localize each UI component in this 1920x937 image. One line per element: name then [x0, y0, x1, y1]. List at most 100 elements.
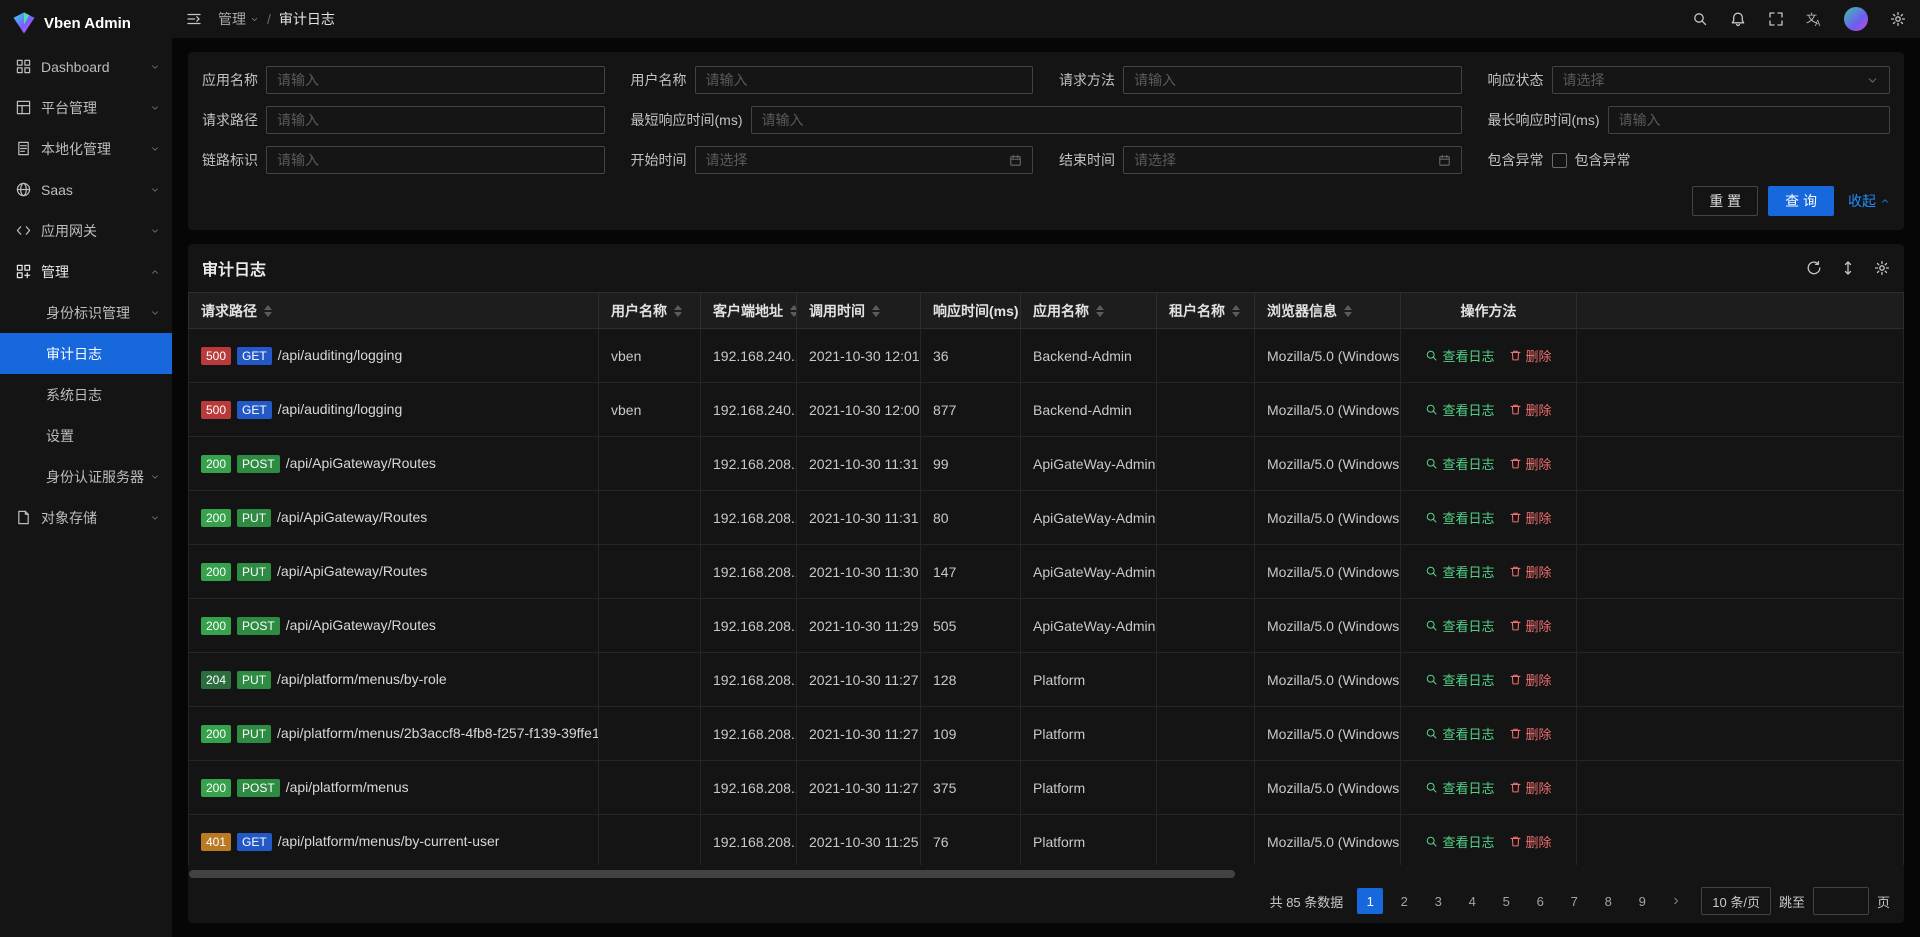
request-path-input[interactable]	[266, 106, 605, 134]
include-exception-checkbox[interactable]	[1552, 153, 1567, 168]
sort-icon[interactable]	[1096, 305, 1104, 317]
delete-button[interactable]: 删除	[1509, 400, 1552, 419]
page-button-6[interactable]: 6	[1527, 888, 1553, 914]
call-time-cell: 2021-10-30 11:31	[797, 437, 921, 491]
breadcrumb-parent-label: 管理	[218, 9, 246, 29]
page-button-1[interactable]: 1	[1357, 888, 1383, 914]
column-header-0[interactable]: 请求路径	[189, 293, 599, 329]
view-log-button[interactable]: 查看日志	[1425, 724, 1494, 743]
response-status-select[interactable]: 请选择	[1552, 66, 1891, 94]
sort-icon[interactable]	[790, 305, 797, 317]
delete-button[interactable]: 删除	[1509, 508, 1552, 527]
sidebar-item-platform[interactable]: 平台管理	[0, 87, 172, 128]
avatar[interactable]	[1844, 7, 1868, 31]
trace-id-input[interactable]	[266, 146, 605, 174]
view-log-button[interactable]: 查看日志	[1425, 562, 1494, 581]
sidebar-subitem-settings[interactable]: 设置	[0, 415, 172, 456]
jump-page-input[interactable]	[1813, 887, 1869, 915]
sidebar-item-dashboard[interactable]: Dashboard	[0, 46, 172, 87]
request-path: /api/ApiGateway/Routes	[277, 509, 427, 525]
column-header-7[interactable]: 浏览器信息	[1255, 293, 1401, 329]
sidebar-item-gateway[interactable]: 应用网关	[0, 210, 172, 251]
app-name-input[interactable]	[266, 66, 605, 94]
view-log-button[interactable]: 查看日志	[1425, 346, 1494, 365]
view-log-button[interactable]: 查看日志	[1425, 616, 1494, 635]
view-log-button[interactable]: 查看日志	[1425, 454, 1494, 473]
horizontal-scrollbar[interactable]	[189, 870, 1903, 878]
menu-fold-icon[interactable]	[186, 11, 202, 27]
end-time-picker[interactable]: 请选择	[1123, 146, 1462, 174]
delete-button[interactable]: 删除	[1509, 616, 1552, 635]
sort-icon[interactable]	[264, 305, 272, 317]
page-button-4[interactable]: 4	[1459, 888, 1485, 914]
request-path: /api/auditing/logging	[278, 401, 403, 417]
column-settings-icon[interactable]	[1874, 260, 1890, 276]
view-log-button[interactable]: 查看日志	[1425, 400, 1494, 419]
app-logo[interactable]: Vben Admin	[0, 0, 172, 46]
response-time-cell: 877	[921, 383, 1021, 437]
user-name-input[interactable]	[695, 66, 1034, 94]
page-button-3[interactable]: 3	[1425, 888, 1451, 914]
sidebar-subitem-audit-log[interactable]: 审计日志	[0, 333, 172, 374]
view-log-button[interactable]: 查看日志	[1425, 508, 1494, 527]
sort-icon[interactable]	[1232, 305, 1240, 317]
page-button-8[interactable]: 8	[1595, 888, 1621, 914]
column-header-4[interactable]: 响应时间(ms)	[921, 293, 1021, 329]
sort-icon[interactable]	[1344, 305, 1352, 317]
sort-icon[interactable]	[872, 305, 880, 317]
next-page-button[interactable]	[1663, 888, 1689, 914]
column-header-6[interactable]: 租户名称	[1157, 293, 1255, 329]
start-time-picker[interactable]: 请选择	[695, 146, 1034, 174]
sidebar-item-saas[interactable]: Saas	[0, 169, 172, 210]
field-label: 响应状态	[1488, 70, 1544, 90]
column-label: 客户端地址	[713, 301, 783, 321]
column-header-2[interactable]: 客户端地址	[701, 293, 797, 329]
settings-icon[interactable]	[1890, 11, 1906, 27]
sidebar-subitem-identity[interactable]: 身份标识管理	[0, 292, 172, 333]
column-header-3[interactable]: 调用时间	[797, 293, 921, 329]
request-method-input[interactable]	[1123, 66, 1462, 94]
sidebar-item-localization[interactable]: 本地化管理	[0, 128, 172, 169]
sidebar-subitem-system-log[interactable]: 系统日志	[0, 374, 172, 415]
sort-icon[interactable]	[674, 305, 682, 317]
column-label: 响应时间(ms)	[933, 301, 1019, 321]
query-button[interactable]: 查 询	[1768, 186, 1834, 216]
client-address-cell: 192.168.208.1	[701, 653, 797, 707]
notification-icon[interactable]	[1730, 11, 1746, 27]
page-button-9[interactable]: 9	[1629, 888, 1655, 914]
sidebar-item-object-storage[interactable]: 对象存储	[0, 497, 172, 538]
page-button-5[interactable]: 5	[1493, 888, 1519, 914]
delete-button[interactable]: 删除	[1509, 346, 1552, 365]
refresh-icon[interactable]	[1806, 260, 1822, 276]
column-header-1[interactable]: 用户名称	[599, 293, 701, 329]
delete-button[interactable]: 删除	[1509, 778, 1552, 797]
min-response-time-input[interactable]	[751, 106, 1462, 134]
delete-button[interactable]: 删除	[1509, 724, 1552, 743]
delete-button[interactable]: 删除	[1509, 670, 1552, 689]
language-icon[interactable]: 文A	[1806, 11, 1822, 27]
max-response-time-input[interactable]	[1608, 106, 1891, 134]
view-log-button[interactable]: 查看日志	[1425, 778, 1494, 797]
search-icon[interactable]	[1692, 11, 1708, 27]
reset-button[interactable]: 重 置	[1692, 186, 1758, 216]
page-button-7[interactable]: 7	[1561, 888, 1587, 914]
collapse-link[interactable]: 收起	[1848, 191, 1890, 211]
breadcrumb-parent[interactable]: 管理	[218, 9, 259, 29]
row-height-icon[interactable]	[1840, 260, 1856, 276]
fullscreen-icon[interactable]	[1768, 11, 1784, 27]
scrollbar-thumb[interactable]	[189, 870, 1235, 878]
view-log-button[interactable]: 查看日志	[1425, 832, 1494, 851]
sidebar-subitem-auth-server[interactable]: 身份认证服务器	[0, 456, 172, 497]
field-request-method: 请求方法	[1059, 66, 1462, 94]
column-header-5[interactable]: 应用名称	[1021, 293, 1157, 329]
browser-info-cell: Mozilla/5.0 (Windows NT 10.0; Win	[1255, 815, 1401, 866]
delete-button[interactable]: 删除	[1509, 454, 1552, 473]
view-log-button[interactable]: 查看日志	[1425, 670, 1494, 689]
page-button-2[interactable]: 2	[1391, 888, 1417, 914]
table-title: 审计日志	[202, 256, 266, 280]
field-trace-id: 链路标识	[202, 146, 605, 174]
delete-button[interactable]: 删除	[1509, 562, 1552, 581]
delete-button[interactable]: 删除	[1509, 832, 1552, 851]
page-size-select[interactable]: 10 条/页	[1701, 887, 1771, 915]
sidebar-item-management[interactable]: 管理	[0, 251, 172, 292]
